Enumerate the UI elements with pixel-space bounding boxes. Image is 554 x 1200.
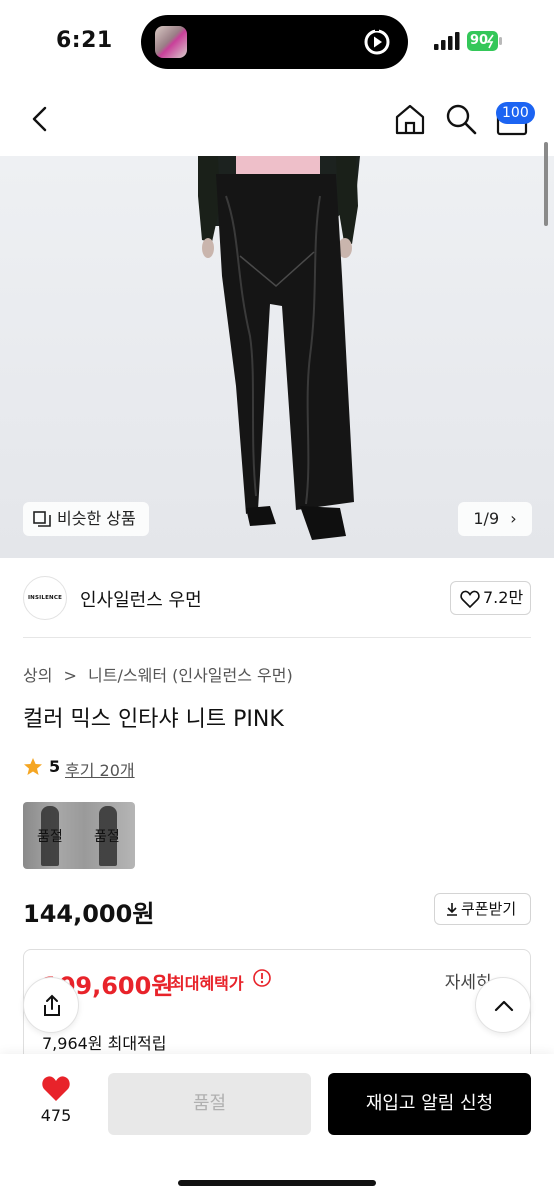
cellular-signal-icon xyxy=(434,32,460,50)
copy-squares-icon xyxy=(33,511,51,527)
cart-count-badge: 100 xyxy=(496,102,535,124)
max-points: 7,964원 최대적립 xyxy=(42,1034,167,1053)
restock-alert-button[interactable]: 재입고 알림 신청 xyxy=(328,1073,531,1135)
star-icon xyxy=(24,758,42,775)
home-icon[interactable] xyxy=(393,102,427,136)
breadcrumb-subcategory[interactable]: 니트/스웨터 (인사일런스 우먼) xyxy=(88,666,293,685)
brand-name[interactable]: 인사일런스 우먼 xyxy=(80,586,202,612)
breadcrumb-separator: > xyxy=(63,666,77,685)
similar-products-label: 비슷한 상품 xyxy=(57,509,136,528)
play-icon[interactable] xyxy=(362,27,392,57)
chevron-right-icon: › xyxy=(510,509,517,528)
similar-products-button[interactable]: 비슷한 상품 xyxy=(23,502,149,536)
dynamic-island[interactable] xyxy=(141,15,408,69)
status-time: 6:21 xyxy=(56,28,113,53)
brand-like-count: 7.2만 xyxy=(483,588,524,607)
soldout-button: 품절 xyxy=(108,1073,311,1135)
wish-count: 475 xyxy=(40,1106,72,1125)
coupon-button[interactable]: 쿠폰받기 xyxy=(434,893,531,925)
page-scrollbar[interactable] xyxy=(544,142,548,226)
top-navigation xyxy=(0,96,554,146)
option-thumbnails[interactable]: 품절 품절 xyxy=(23,802,135,869)
heart-filled-icon xyxy=(42,1076,70,1101)
page-indicator-text: 1/9 xyxy=(473,509,500,528)
coupon-label: 쿠폰받기 xyxy=(461,900,517,918)
product-price: 144,000원 xyxy=(23,900,155,928)
reviews-link[interactable]: 후기 20개 xyxy=(65,757,135,781)
brand-logo[interactable]: INSILENCE xyxy=(23,576,67,620)
breadcrumb: 상의 > 니트/스웨터 (인사일런스 우먼) xyxy=(23,662,299,686)
heart-outline-icon xyxy=(460,590,480,608)
wish-button[interactable]: 475 xyxy=(30,1074,82,1125)
breadcrumb-category[interactable]: 상의 xyxy=(23,666,52,685)
search-icon[interactable] xyxy=(444,102,478,136)
download-icon xyxy=(447,903,457,916)
battery-level: 90 xyxy=(470,33,489,48)
back-arrow-icon[interactable] xyxy=(26,104,56,134)
product-image-carousel[interactable] xyxy=(0,156,554,558)
brand-row[interactable]: INSILENCE 인사일런스 우먼 7.2만 xyxy=(0,574,554,622)
info-icon[interactable] xyxy=(252,968,272,988)
option-soldout-label: 품절 xyxy=(94,829,120,845)
chevron-up-icon xyxy=(494,1000,514,1012)
brand-like-button[interactable]: 7.2만 xyxy=(450,581,531,615)
option-soldout-label: 품절 xyxy=(37,829,63,845)
scroll-to-top-button[interactable] xyxy=(475,977,531,1033)
status-bar: 6:21 90 xyxy=(0,0,554,84)
product-photo xyxy=(198,156,360,540)
battery-indicator: 90 xyxy=(467,31,503,51)
share-icon xyxy=(44,994,60,1016)
bottom-action-bar: 475 품절 재입고 알림 신청 xyxy=(0,1054,554,1200)
home-indicator[interactable] xyxy=(178,1180,376,1186)
share-button[interactable] xyxy=(23,977,79,1033)
divider xyxy=(23,637,531,638)
rating-score: 5 xyxy=(49,757,61,776)
product-title: 컬러 믹스 인타샤 니트 PINK xyxy=(23,707,284,732)
image-page-indicator[interactable]: 1/9 › xyxy=(458,502,532,536)
best-price-label: 최대혜택가 xyxy=(170,974,244,993)
now-playing-thumbnail xyxy=(155,26,187,58)
